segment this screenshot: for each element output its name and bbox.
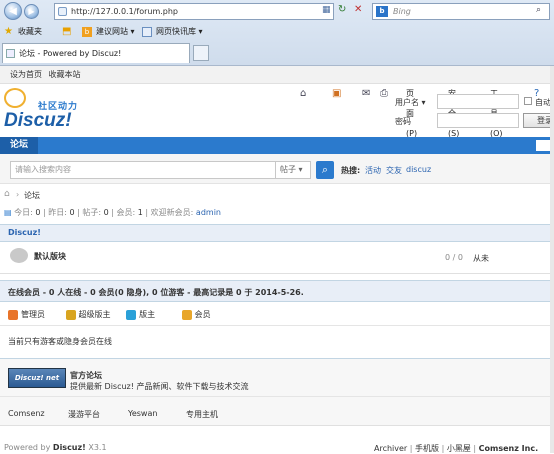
online-title[interactable]: 在线会员 - 0 人在线 - 0 会员(0 隐身), 0 位游客 - 最高记录是… [8,287,304,298]
browser-chrome: ◀ ▶ http://127.0.0.1/forum.php ▦ ↻ ✕ b B… [0,0,554,158]
favorites-button[interactable]: 收藏夹 [18,23,42,41]
friend-link[interactable]: Yeswan [128,409,157,418]
stats-yesterday: 0 [69,208,75,217]
archiver-link[interactable]: Archiver [374,444,407,453]
url-text: http://127.0.0.1/forum.php [71,7,179,16]
breadcrumb-home-icon[interactable]: ⌂ [4,189,10,199]
refresh-icon[interactable]: ↻ [338,4,346,15]
search-type-select[interactable]: 帖子 ▾ [275,161,311,179]
super-moderator-icon [65,309,76,320]
breadcrumb-current[interactable]: 论坛 [24,190,40,201]
welcome-user-link[interactable]: admin [196,208,221,217]
username-label[interactable]: 用户名 ▾ [395,97,426,108]
stats-posts: 0 [103,208,109,217]
site-logo[interactable]: 社区动力 Discuz! [4,88,124,134]
print-icon[interactable]: ⎙ [380,84,388,104]
address-bar[interactable]: http://127.0.0.1/forum.php [54,3,334,20]
logo-text: Discuz! [4,110,72,131]
footer-brand-link[interactable]: Discuz! [53,443,86,452]
online-header: 在线会员 - 0 人在线 - 0 会员(0 隐身), 0 位游客 - 最高记录是… [0,280,554,302]
username-field[interactable] [437,94,519,109]
admin-icon [8,309,18,320]
back-button[interactable]: ◀ [4,2,22,20]
compat-view-icon[interactable]: ▦ [322,5,331,15]
page-icon [58,7,67,16]
suggested-sites-link[interactable]: 建议网站 ▾ [96,23,135,41]
search-go-icon[interactable]: ⌕ [536,5,541,15]
breadcrumb-separator: › [16,190,20,199]
hot-search-item[interactable]: 活动 [365,165,381,176]
bookmark-link[interactable]: 收藏本站 [49,70,81,79]
forward-button[interactable]: ▶ [24,4,39,19]
set-home-link[interactable]: 设为首页 [10,70,42,79]
site-search-input[interactable]: 请输入搜索内容 [10,161,276,179]
mail-icon[interactable]: ✉ [362,84,370,104]
official-forum-desc: 提供最新 Discuz! 产品新闻、软件下载与技术交流 [70,382,249,391]
discuz-net-badge[interactable]: Discuz! net [8,368,66,388]
add-favorite-icon[interactable]: ⬒ [62,23,71,41]
browser-tab[interactable]: 论坛 - Powered by Discuz! [2,43,190,63]
site-topbar: 设为首页 收藏本站 [0,66,554,84]
category-header: Discuz! [0,224,554,242]
favorites-star-icon: ★ [4,26,13,37]
password-label: 密码 [395,117,411,126]
online-note: 当前只有游客或隐身会员在线 [8,337,112,346]
forum-stats: ▤ 今日: 0 | 昨日: 0 | 帖子: 0 | 会员: 1 | 欢迎新会员:… [4,208,221,217]
suggested-sites-icon: b [82,27,92,37]
main-nav: 论坛 [0,137,554,154]
friend-link[interactable]: Comsenz [8,409,45,418]
auto-login-label: 自动 [535,98,551,107]
hot-search-item[interactable]: discuz [406,165,431,174]
online-legend: 管理员 超级版主 版主 会员 [8,309,232,320]
forum-counts: 0 / 0 [445,253,463,262]
tab-title: 论坛 - Powered by Discuz! [19,49,122,58]
friend-link[interactable]: 漫游平台 [68,409,100,420]
hot-search-item[interactable]: 交友 [386,165,402,176]
home-icon[interactable]: ⌂ [300,84,306,104]
password-field[interactable] [437,113,519,128]
feeds-icon[interactable]: ▣ [332,84,341,104]
moderator-icon [126,309,137,320]
page-scrollbar[interactable] [550,66,554,453]
webslice-icon [142,27,152,37]
search-box[interactable]: b Bing [372,3,550,20]
footer-powered: Powered by Discuz! X3.1 [4,443,107,452]
divider [0,325,554,326]
category-title[interactable]: Discuz! [8,228,41,237]
footer-links: Archiver | 手机版 | 小黑屋 | Comsenz Inc. [374,444,539,453]
forum-title[interactable]: 默认版块 [34,251,66,262]
stats-members: 1 [137,208,143,217]
divider [0,396,554,397]
stop-icon[interactable]: ✕ [354,4,362,15]
search-placeholder: Bing [393,7,411,16]
friend-link[interactable]: 专用主机 [186,409,218,420]
comsenz-link[interactable]: Comsenz Inc. [479,444,538,453]
forum-last-post: 从未 [473,254,489,263]
tab-favicon [6,49,15,58]
blacklist-link[interactable]: 小黑屋 [447,444,471,453]
bing-icon: b [376,6,388,17]
stats-today: 0 [35,208,41,217]
search-submit-icon[interactable]: ⌕ [316,161,334,179]
nav-item-forum[interactable]: 论坛 [0,137,38,154]
logo-bubble-icon [4,88,26,108]
member-icon [181,309,192,320]
hot-search-label: 热搜: [341,166,361,175]
forum-icon [10,248,28,263]
mobile-link[interactable]: 手机版 [415,444,439,453]
forum-row: 默认版块 0 / 0 从未 [0,242,554,274]
auto-login-checkbox[interactable] [524,97,532,105]
stats-chart-icon: ▤ [4,208,12,217]
web-slice-gallery-link[interactable]: 网页快讯库 ▾ [156,23,203,41]
official-forum-link[interactable]: 官方论坛 [70,370,102,381]
new-tab-button[interactable] [193,45,209,61]
